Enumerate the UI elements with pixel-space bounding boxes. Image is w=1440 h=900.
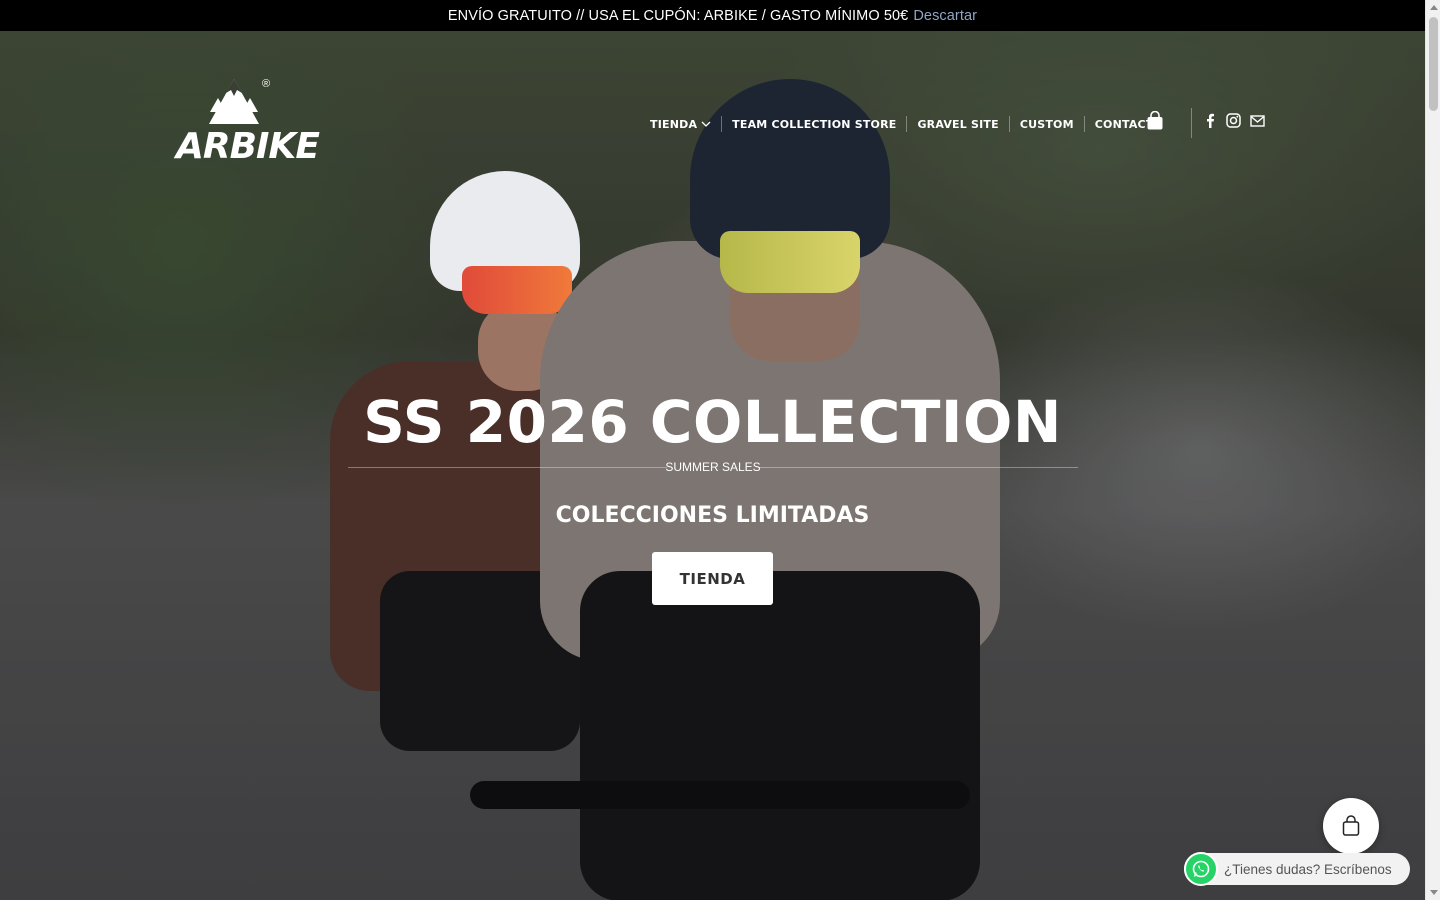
shopping-bag-icon [1147,110,1163,130]
header-cart-button[interactable] [1146,110,1164,136]
chevron-down-icon [701,118,711,131]
kicker-rule-left [348,466,668,468]
hero-kicker: SUMMER SALES [665,460,761,474]
announcement-bar: ENVÍO GRATUITO // USA EL CUPÓN: ARBIKE /… [0,0,1425,31]
floating-cart-button[interactable] [1323,798,1379,854]
whatsapp-chat-button[interactable]: ¿Tienes dudas? Escríbenos [1184,852,1410,886]
brand-wordmark: ARBIKE [176,126,320,167]
nav-item-tienda[interactable]: TIENDA [650,118,721,131]
nav-item-gravel-site[interactable]: GRAVEL SITE [907,118,1008,131]
scroll-down-arrow-icon[interactable] [1430,890,1438,895]
hero-subtitle: COLECCIONES LIMITADAS [555,503,870,528]
instagram-icon[interactable] [1226,113,1241,128]
email-icon[interactable] [1250,113,1265,128]
scroll-up-arrow-icon[interactable] [1430,5,1438,10]
whatsapp-icon [1184,852,1218,886]
hero-image-rider-back-glasses [462,266,572,314]
kicker-rule-right [758,466,1079,468]
facebook-icon[interactable] [1202,113,1217,128]
brand-logo[interactable]: ® ARBIKE [176,76,320,172]
hero-title: SS 2026 COLLECTION [363,388,1062,456]
dismiss-announcement-link[interactable]: Descartar [913,8,977,24]
main-nav: TIENDA TEAM COLLECTION STORE GRAVEL SITE… [650,113,1173,135]
hero-kicker-row: SUMMER SALES [348,459,1079,475]
scrollbar-thumb[interactable] [1429,17,1438,111]
registered-mark: ® [262,78,271,90]
mountain-logo-icon [209,79,259,124]
nav-item-custom[interactable]: CUSTOM [1010,118,1084,131]
shop-cta-button[interactable]: TIENDA [652,552,773,605]
announcement-message: ENVÍO GRATUITO // USA EL CUPÓN: ARBIKE /… [447,7,909,24]
hero-image-rider-front-glasses [720,231,860,293]
header-divider [1191,108,1192,138]
page-scrollbar[interactable] [1425,0,1440,900]
hero-image-handlebars [470,781,970,809]
shopping-bag-icon [1342,815,1360,836]
nav-item-label: TIENDA [650,117,698,131]
social-links [1202,113,1265,128]
hero-image-rider-front-shorts [580,571,980,900]
whatsapp-label: ¿Tienes dudas? Escríbenos [1224,861,1392,877]
nav-item-team-collection-store[interactable]: TEAM COLLECTION STORE [722,118,906,131]
